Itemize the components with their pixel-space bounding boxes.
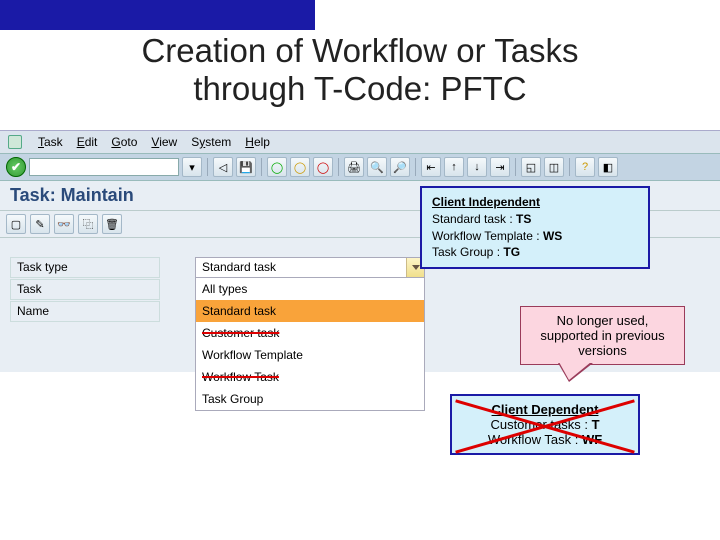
title-line2: through T-Code: PFTC [0,70,720,108]
ci-l2b: WS [543,229,562,243]
find-icon[interactable]: 🔍 [367,157,387,177]
label-name: Name [10,301,160,322]
ci-l3b: TG [503,245,520,259]
first-page-icon[interactable]: ⇤ [421,157,441,177]
pink-text: No longer used, supported in previous ve… [540,313,664,358]
save-icon[interactable]: 💾 [236,157,256,177]
ci-l2a: Workflow Template : [432,229,543,243]
display-icon[interactable]: 👓 [54,214,74,234]
dropdown-btn[interactable]: ▾ [182,157,202,177]
prev-page-icon[interactable]: ↑ [444,157,464,177]
find-next-icon[interactable]: 🔎 [390,157,410,177]
separator [261,158,262,176]
cd-box: Client Dependent Customer tasks : T Work… [450,394,640,455]
main-toolbar: ✔ ▾ ◁ 💾 ◯ ◯ ◯ 🖨 🔍 🔎 ⇤ ↑ ↓ ⇥ ◱ ◫ ? ◧ [0,153,720,181]
separator [415,158,416,176]
callout-no-longer-used: No longer used, supported in previous ve… [520,306,685,365]
title-line1: Creation of Workflow or Tasks [141,32,578,69]
callout-client-dependent: Client Dependent Customer tasks : T Work… [450,394,640,455]
menu-bar: Task Edit Goto View System Help [0,130,720,153]
edit-icon[interactable]: ✎ [30,214,50,234]
menu-system[interactable]: System [191,135,231,149]
menu-goto[interactable]: Goto [111,135,137,149]
create-icon[interactable]: ▢ [6,214,26,234]
enter-button[interactable]: ✔ [6,157,26,177]
separator [207,158,208,176]
option-customer-task[interactable]: Customer task [196,322,424,344]
back-green-icon[interactable]: ◯ [267,157,287,177]
menu-view[interactable]: View [151,135,177,149]
ci-l1b: TS [516,212,531,226]
dropdown-value: Standard task [196,258,406,277]
back-icon[interactable]: ◁ [213,157,233,177]
separator [338,158,339,176]
command-input[interactable] [29,158,179,176]
separator [515,158,516,176]
shortcut-icon[interactable]: ◫ [544,157,564,177]
label-task-type: Task type [10,257,160,278]
delete-icon[interactable]: 🗑 [102,214,122,234]
dropdown-list: All types Standard task Customer task Wo… [195,277,425,411]
callout-client-independent: Client Independent Standard task : TS Wo… [420,186,650,269]
cd-l2b: WF [582,432,602,447]
task-type-dropdown: Standard task All types Standard task Cu… [195,257,425,278]
option-all-types[interactable]: All types [196,278,424,300]
option-workflow-template[interactable]: Workflow Template [196,344,424,366]
option-task-group[interactable]: Task Group [196,388,424,410]
next-page-icon[interactable]: ↓ [467,157,487,177]
option-standard-task[interactable]: Standard task [196,300,424,322]
ci-l3a: Task Group : [432,245,503,259]
layout-icon[interactable]: ◧ [598,157,618,177]
menu-help[interactable]: Help [245,135,270,149]
help-icon[interactable]: ? [575,157,595,177]
cd-l1a: Customer tasks : [490,417,591,432]
slide-title: Creation of Workflow or Tasks through T-… [0,32,720,108]
new-session-icon[interactable]: ◱ [521,157,541,177]
app-menu-icon[interactable] [8,135,22,149]
ci-heading: Client Independent [432,195,540,209]
option-workflow-task[interactable]: Workflow Task [196,366,424,388]
separator [569,158,570,176]
label-task: Task [10,279,160,300]
header-blue-bar [0,0,315,30]
cd-l2a: Workflow Task : [488,432,582,447]
ci-l1a: Standard task : [432,212,516,226]
menu-edit[interactable]: Edit [77,135,98,149]
exit-icon[interactable]: ◯ [290,157,310,177]
cd-l1b: T [592,417,600,432]
cancel-icon[interactable]: ◯ [313,157,333,177]
last-page-icon[interactable]: ⇥ [490,157,510,177]
menu-task[interactable]: Task [38,135,63,149]
print-icon[interactable]: 🖨 [344,157,364,177]
copy-icon[interactable]: ⿻ [78,214,98,234]
dropdown-button[interactable]: Standard task [195,257,425,278]
cd-heading: Client Dependent [492,402,599,417]
